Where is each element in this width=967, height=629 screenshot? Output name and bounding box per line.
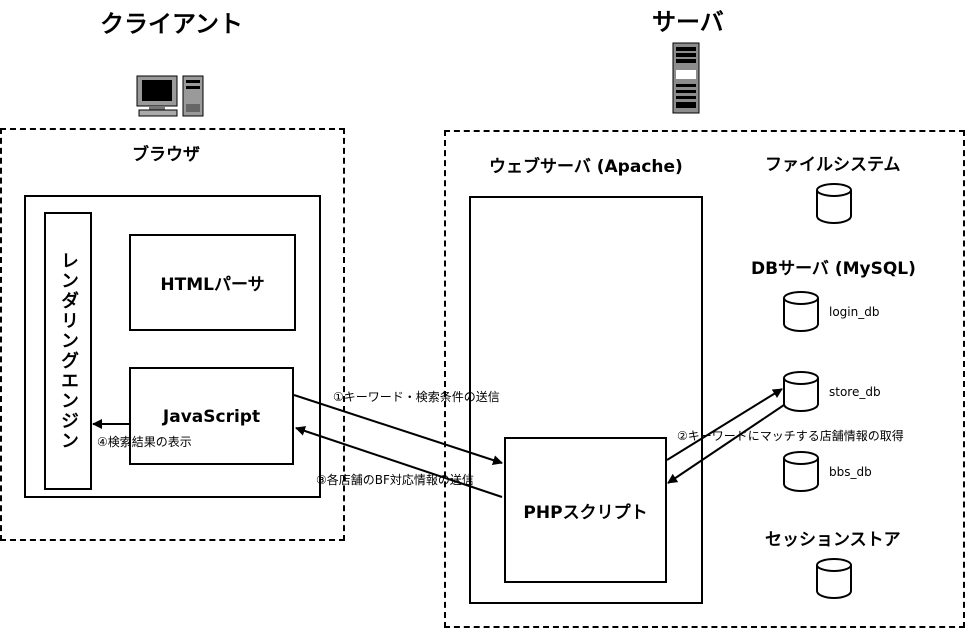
arrow-step2-response xyxy=(667,404,785,484)
arrow-step2-request xyxy=(666,388,783,461)
arrow-step1 xyxy=(293,394,503,465)
arrow-layer xyxy=(92,388,785,498)
arrow-step4-label: ④検索結果の表示 xyxy=(97,435,192,449)
arrow-step3-label: ③各店舗のBF対応情報の送信 xyxy=(316,473,474,487)
arrow-step2-label: ②キーワードにマッチする店舗情報の取得 xyxy=(677,429,904,443)
arrow-step1-label: ①キーワード・検索条件の送信 xyxy=(333,390,500,404)
